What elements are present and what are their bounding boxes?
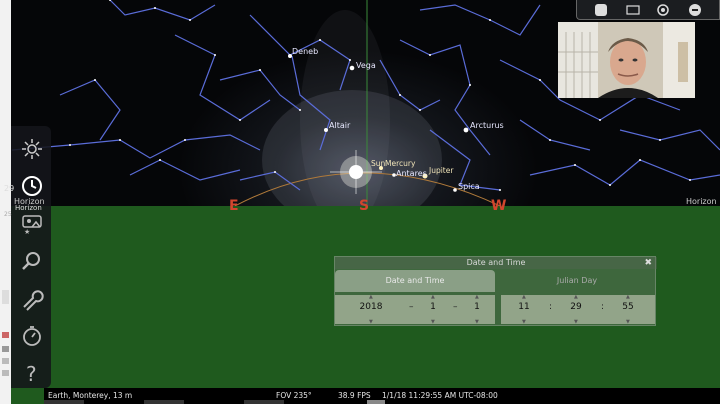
horizon-label-left: Horizon xyxy=(14,197,45,206)
planet-label-sun[interactable]: Sun xyxy=(371,159,385,168)
dialog-title[interactable]: Date and Time xyxy=(335,257,657,269)
date-time-dialog: Date and Time ✖ Date and Time Julian Day… xyxy=(334,256,657,326)
stopwatch-icon[interactable] xyxy=(19,323,45,349)
sky-icon[interactable] xyxy=(19,136,45,162)
cardinal-west: W xyxy=(491,198,507,214)
tab-date-and-time[interactable]: Date and Time xyxy=(335,270,495,292)
wrench-icon[interactable] xyxy=(19,286,45,312)
day-spinbox[interactable]: 1 xyxy=(469,302,485,312)
background-window-edge xyxy=(0,0,11,404)
landscape-icon[interactable]: ★ xyxy=(19,210,45,236)
left-toolbar: Horizon ★ ? xyxy=(11,126,51,388)
settings-icon[interactable] xyxy=(655,2,671,18)
quit-icon[interactable] xyxy=(687,2,703,18)
side-value-2: 25 xyxy=(4,211,12,218)
star-label-altair[interactable]: Altair xyxy=(329,121,350,130)
cardinal-south: S xyxy=(359,198,370,214)
second-spinbox[interactable]: 55 xyxy=(617,302,639,312)
date-separator: – xyxy=(453,302,458,312)
horizon-label-right: Horizon xyxy=(686,197,717,206)
time-separator: : xyxy=(549,302,553,312)
status-fps: 38.9 FPS xyxy=(338,391,371,400)
cardinal-east: E xyxy=(229,198,239,214)
status-datetime[interactable]: 1/1/18 11:29:55 AM UTC-08:00 xyxy=(382,391,498,400)
star-label-arcturus[interactable]: Arcturus xyxy=(470,121,504,130)
svg-text:★: ★ xyxy=(24,228,30,235)
year-spinbox[interactable]: 2018 xyxy=(355,302,387,312)
close-icon[interactable]: ✖ xyxy=(644,258,652,268)
date-separator: – xyxy=(409,302,414,312)
star-label-spica[interactable]: Spica xyxy=(458,182,480,191)
clock-icon[interactable] xyxy=(19,173,45,199)
time-separator: : xyxy=(601,302,605,312)
screenshot-icon[interactable] xyxy=(593,2,609,18)
month-spinbox[interactable]: 1 xyxy=(425,302,441,312)
star-label-deneb[interactable]: Deneb xyxy=(292,47,318,56)
window-icon[interactable] xyxy=(625,2,641,18)
star-label-antares[interactable]: Antares xyxy=(396,169,427,178)
webcam-overlay xyxy=(558,22,695,98)
hour-spinbox[interactable]: 11 xyxy=(513,302,535,312)
top-right-button-bar xyxy=(576,0,720,20)
side-value-1: 29 xyxy=(4,184,15,193)
planet-label-mercury[interactable]: Mercury xyxy=(385,159,415,168)
status-location[interactable]: Earth, Monterey, 13 m xyxy=(48,391,132,400)
search-icon[interactable] xyxy=(19,248,45,274)
svg-text:?: ? xyxy=(26,362,37,385)
tab-julian-day[interactable]: Julian Day xyxy=(499,270,655,292)
minute-spinbox[interactable]: 29 xyxy=(565,302,587,312)
bottom-bar-edge xyxy=(44,400,504,404)
help-icon[interactable]: ? xyxy=(19,360,45,386)
star-label-vega[interactable]: Vega xyxy=(356,61,376,70)
planet-label-jupiter[interactable]: Jupiter xyxy=(429,166,453,175)
status-fov: FOV 235° xyxy=(276,391,312,400)
